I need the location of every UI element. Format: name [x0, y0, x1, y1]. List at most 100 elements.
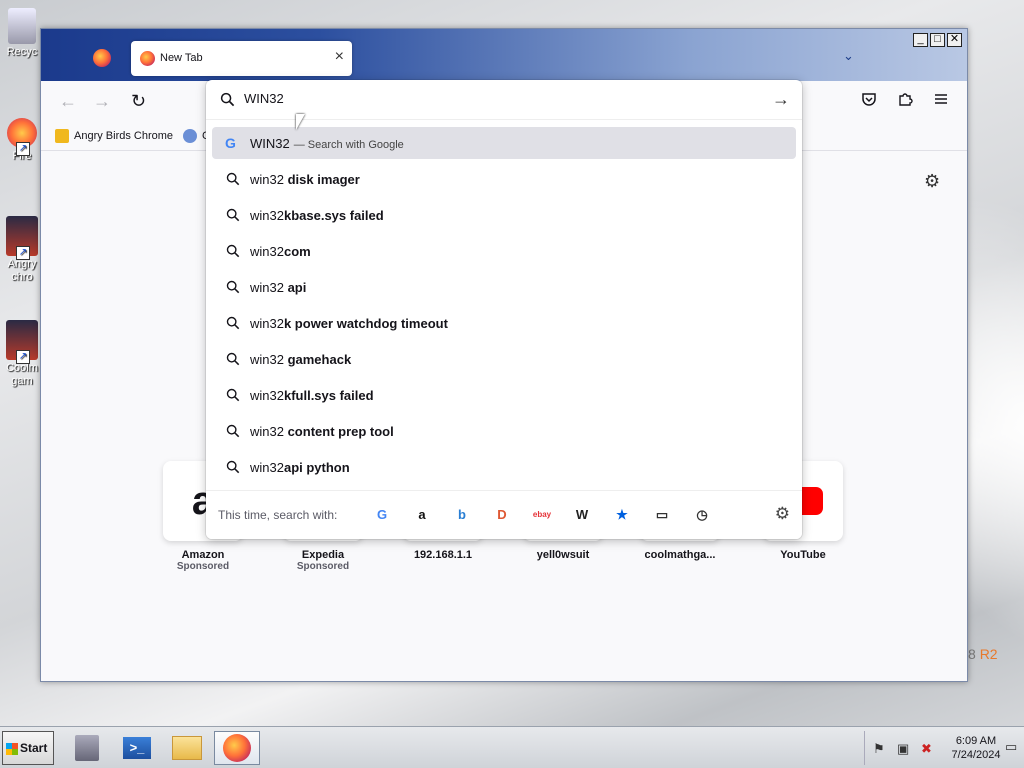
folder-icon — [172, 736, 202, 760]
google-engine-icon[interactable]: G — [372, 505, 392, 525]
pocket-icon[interactable] — [861, 91, 877, 107]
top-site-name: YouTube — [780, 549, 826, 561]
sponsored-label: Sponsored — [296, 561, 350, 572]
suggestion-typed: win32 — [250, 172, 284, 187]
suggestion-completion: api — [283, 280, 307, 295]
suggestion-completion: content prep tool — [283, 424, 394, 439]
tab-close-icon[interactable]: × — [335, 48, 344, 66]
amazon-engine-icon[interactable]: a — [412, 505, 432, 525]
wikipedia-engine-icon[interactable]: W — [572, 505, 592, 525]
menu-hamburger-icon[interactable] — [933, 91, 949, 107]
reload-button[interactable]: ↻ — [131, 91, 146, 111]
go-arrow-icon[interactable]: → — [772, 89, 790, 110]
desktop-icon-label: Angry chro — [7, 258, 37, 283]
suggestion-typed: WIN32 — [250, 136, 290, 151]
desktop-icon-angry-birds[interactable]: ↗ Angry chro — [0, 216, 44, 284]
suggestion-typed: win32 — [250, 352, 284, 367]
search-icon — [226, 208, 240, 222]
shortcut-arrow-icon: ↗ — [16, 350, 30, 364]
suggestion-row[interactable]: win32kbase.sys failed — [212, 199, 796, 231]
system-tray: ⚑ ▣ ✖ 6:09 AM 7/24/2024 ▭ — [864, 731, 1022, 765]
search-icon — [226, 280, 240, 294]
tab-title: New Tab — [160, 52, 203, 64]
mouse-cursor — [296, 114, 305, 130]
top-site-name: Amazon — [181, 549, 225, 561]
maximize-button[interactable]: □ — [930, 33, 945, 47]
suggestion-row[interactable]: win32api python — [212, 451, 796, 483]
suggestion-text: WIN32— Search with Google — [250, 136, 404, 151]
taskbar-server-manager[interactable] — [64, 731, 110, 765]
suggestion-completion: gamehack — [283, 352, 352, 367]
tabs-engine-icon[interactable]: ▭ — [652, 505, 672, 525]
volume-muted-icon[interactable]: ✖ — [921, 741, 932, 757]
top-site-name: Expedia — [301, 549, 345, 561]
suggestion-row[interactable]: win32 disk imager — [212, 163, 796, 195]
top-site-name: coolmathga... — [644, 549, 716, 561]
list-all-tabs-chevron-icon[interactable]: ⌄ — [843, 48, 854, 64]
google-icon: G — [225, 135, 236, 151]
suggestion-row[interactable]: win32 api — [212, 271, 796, 303]
desktop-icon-firefox[interactable]: ↗ Fire — [0, 118, 44, 163]
back-button[interactable]: ← — [59, 91, 77, 111]
extensions-icon[interactable] — [897, 91, 913, 107]
suggestion-row[interactable]: win32com — [212, 235, 796, 267]
desktop-icon-coolmath[interactable]: ↗ Coolm gam — [0, 320, 44, 388]
suggestion-row[interactable]: G WIN32— Search with Google — [212, 127, 796, 159]
customize-gear-icon[interactable]: ⚙ — [924, 171, 940, 192]
os-version-watermark: 8 R2 — [968, 646, 998, 662]
suggestion-row[interactable]: win32 gamehack — [212, 343, 796, 375]
tab-new-tab[interactable]: New Tab × — [131, 41, 352, 76]
taskbar-explorer[interactable] — [164, 731, 210, 765]
taskbar-powershell[interactable]: >_ — [114, 731, 160, 765]
close-button[interactable]: ✕ — [947, 33, 962, 47]
search-icon — [226, 316, 240, 330]
suggestion-text: win32k power watchdog timeout — [250, 316, 448, 331]
search-settings-gear-icon[interactable]: ⚙ — [775, 504, 790, 524]
search-icon — [226, 388, 240, 402]
desktop-icon-recycle-bin[interactable]: Recyc — [0, 8, 44, 59]
suggestion-text: win32com — [250, 244, 311, 259]
suggestion-text: win32 gamehack — [250, 352, 351, 367]
recycle-bin-icon — [8, 8, 36, 44]
suggestion-row[interactable]: win32 content prep tool — [212, 415, 796, 447]
search-icon — [226, 352, 240, 366]
suggestion-row[interactable]: win32k power watchdog timeout — [212, 307, 796, 339]
action-center-flag-icon[interactable]: ⚑ — [873, 741, 885, 757]
history-engine-icon[interactable]: ◷ — [692, 505, 712, 525]
angry-birds-icon — [55, 129, 69, 143]
desktop-icon-label: Recyc — [6, 46, 38, 58]
start-button[interactable]: Start — [2, 731, 54, 765]
search-icon — [220, 92, 235, 107]
top-site-name: 192.168.1.1 — [413, 549, 473, 561]
taskbar-firefox[interactable] — [214, 731, 260, 765]
one-off-search-label: This time, search with: — [218, 508, 338, 522]
minimize-button[interactable]: _ — [913, 33, 928, 47]
suggestion-hint: — Search with Google — [293, 139, 404, 151]
url-input[interactable] — [244, 91, 744, 106]
bookmark-angry-birds[interactable]: Angry Birds Chrome — [55, 129, 173, 143]
suggestion-row[interactable]: win32kfull.sys failed — [212, 379, 796, 411]
suggestion-typed: win32 — [250, 208, 284, 223]
powershell-icon: >_ — [123, 737, 151, 759]
firefox-icon — [140, 51, 155, 66]
duckduckgo-engine-icon[interactable]: D — [492, 505, 512, 525]
firefox-view-icon[interactable] — [93, 49, 111, 67]
sponsored-label: Sponsored — [176, 561, 230, 572]
clock[interactable]: 6:09 AM 7/24/2024 — [941, 734, 1011, 762]
desktop-icon-label: Coolm gam — [6, 362, 38, 387]
top-site-name: yell0wsuit — [536, 549, 590, 561]
suggestion-text: win32 content prep tool — [250, 424, 394, 439]
show-desktop-icon[interactable]: ▭ — [1005, 739, 1017, 755]
suggestion-typed: win32 — [250, 280, 284, 295]
bookmarks-engine-icon[interactable]: ★ — [612, 505, 632, 525]
taskbar: Start >_ ⚑ ▣ ✖ 6:09 AM 7/24/2024 ▭ — [0, 726, 1024, 768]
forward-button[interactable]: → — [93, 91, 111, 111]
network-icon[interactable]: ▣ — [897, 741, 909, 757]
search-icon — [226, 424, 240, 438]
suggestion-completion: disk imager — [283, 172, 360, 187]
bing-engine-icon[interactable]: b — [452, 505, 472, 525]
suggestion-text: win32 api — [250, 280, 306, 295]
server-manager-icon — [75, 735, 99, 761]
ebay-engine-icon[interactable]: ebay — [532, 505, 552, 525]
suggestion-completion: kfull.sys failed — [283, 388, 374, 403]
